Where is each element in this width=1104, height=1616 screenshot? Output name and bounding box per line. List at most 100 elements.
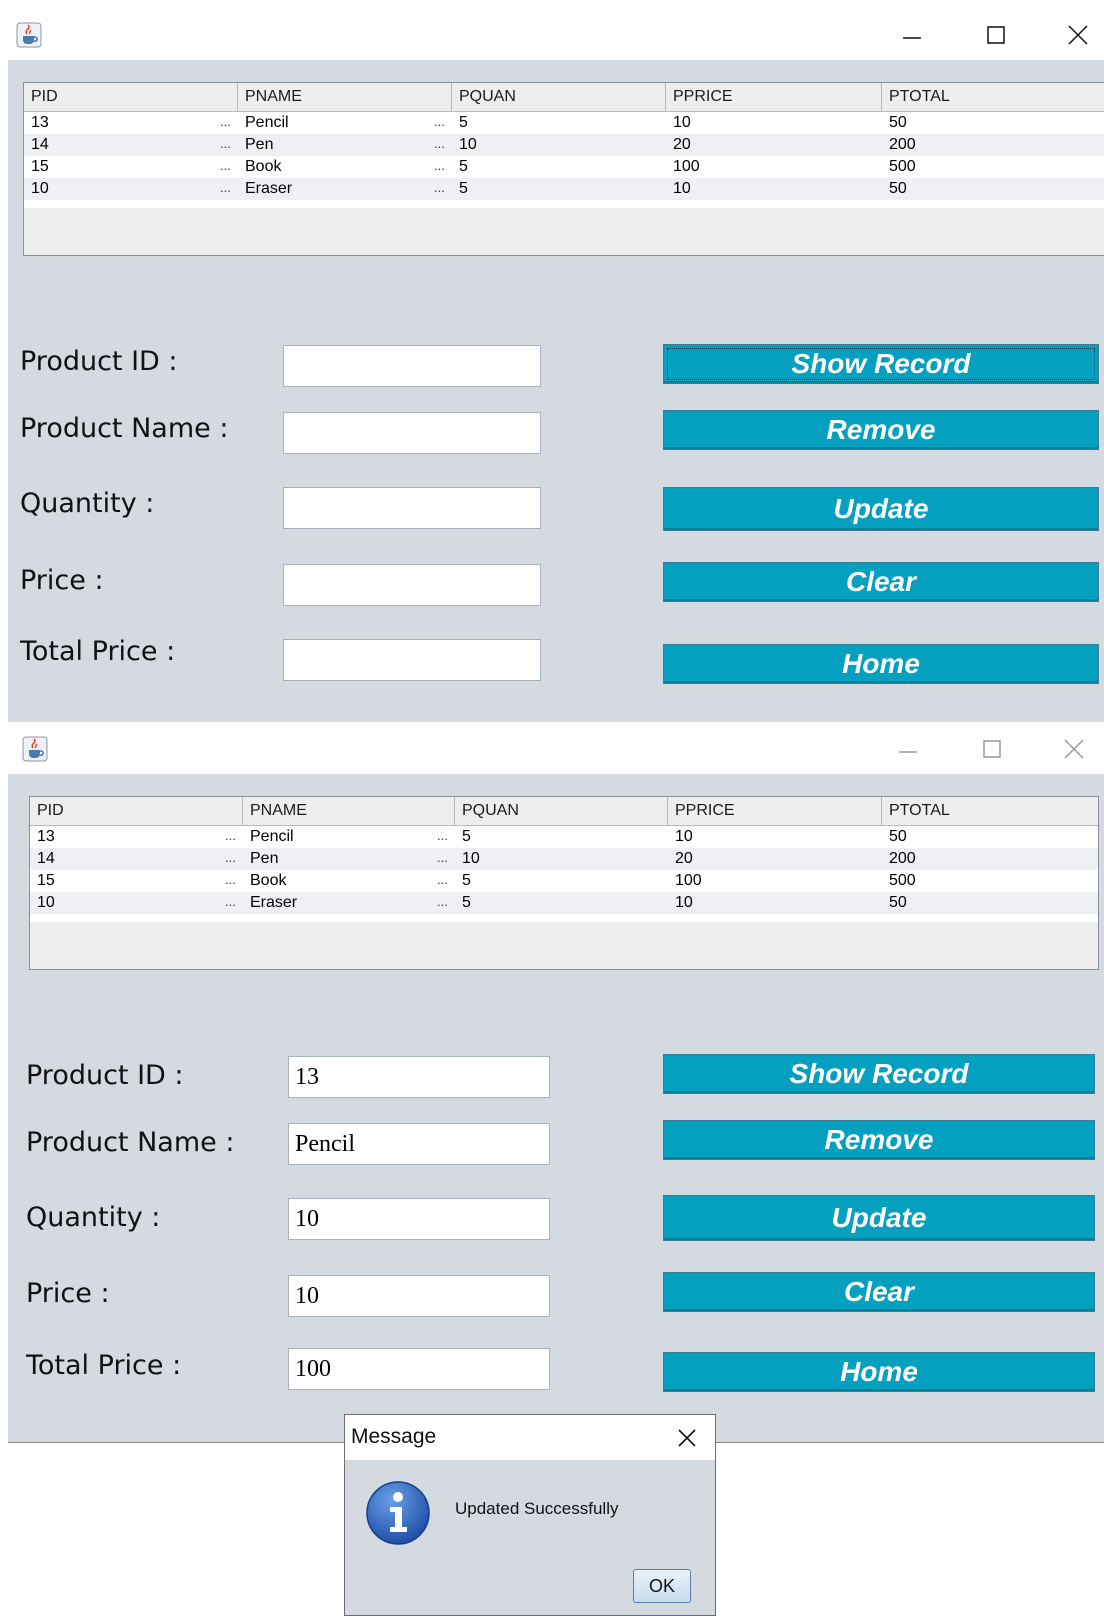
cell-pname: Pencil (245, 114, 289, 131)
cell-ptotal: 50 (889, 180, 907, 197)
cell-ellipsis: ... (437, 850, 448, 865)
quantity-input[interactable]: 10 (288, 1198, 550, 1240)
table-row[interactable]: 10 ... Eraser ... 5 10 50 (24, 178, 1104, 200)
cell-pid: 14 (31, 136, 49, 153)
price-input[interactable] (283, 564, 541, 606)
cell-pprice: 10 (675, 828, 693, 845)
column-header-pid[interactable]: PID (30, 797, 243, 825)
product-id-input[interactable]: 13 (288, 1056, 550, 1098)
cell-ellipsis: ... (434, 180, 445, 195)
table-empty-area (30, 922, 1098, 969)
total-price-input[interactable] (283, 639, 541, 681)
products-table[interactable]: PID PNAME PQUAN PPRICE PTOTAL 13 ... Pen… (29, 796, 1099, 970)
clear-button[interactable]: Clear (663, 1272, 1095, 1312)
column-header-pprice[interactable]: PPRICE (666, 83, 882, 111)
minimize-icon[interactable] (894, 18, 930, 52)
table-row[interactable]: 14 ... Pen ... 10 20 200 (24, 134, 1104, 156)
cell-pprice: 10 (673, 180, 691, 197)
ok-button[interactable]: OK (633, 1569, 691, 1603)
cell-pid: 14 (37, 850, 55, 867)
dialog-title-bar[interactable]: Message (345, 1415, 715, 1460)
cell-pquan: 5 (462, 894, 471, 911)
cell-pid: 13 (31, 114, 49, 131)
column-header-pprice[interactable]: PPRICE (668, 797, 882, 825)
message-dialog: Message Updated Successfully OK (344, 1414, 716, 1616)
remove-button[interactable]: Remove (663, 410, 1099, 450)
table-row[interactable]: 13 ... Pencil ... 5 10 50 (24, 112, 1104, 134)
cell-pid: 10 (31, 180, 49, 197)
table-row[interactable]: 10 ... Eraser ... 5 10 50 (30, 892, 1098, 914)
products-table[interactable]: PID PNAME PQUAN PPRICE PTOTAL 13 ... Pen… (23, 82, 1104, 256)
cell-pprice: 100 (675, 872, 702, 889)
cell-pquan: 5 (462, 828, 471, 845)
cell-ptotal: 500 (889, 158, 916, 175)
table-header: PID PNAME PQUAN PPRICE PTOTAL (30, 797, 1098, 826)
cell-pname: Book (245, 158, 282, 175)
clear-button[interactable]: Clear (663, 562, 1099, 602)
close-icon[interactable] (1056, 732, 1092, 766)
column-header-pid[interactable]: PID (24, 83, 238, 111)
remove-button[interactable]: Remove (663, 1120, 1095, 1160)
table-row[interactable]: 13 ... Pencil ... 5 10 50 (30, 826, 1098, 848)
column-header-ptotal[interactable]: PTOTAL (882, 797, 1098, 825)
cell-ellipsis: ... (225, 850, 236, 865)
info-icon (366, 1481, 430, 1545)
product-id-input[interactable] (283, 345, 541, 387)
product-window-2: PID PNAME PQUAN PPRICE PTOTAL 13 ... Pen… (8, 722, 1104, 1443)
total-price-input[interactable]: 100 (288, 1348, 550, 1390)
title-bar[interactable] (8, 722, 1104, 774)
cell-pname: Pen (250, 850, 279, 867)
home-button[interactable]: Home (663, 644, 1099, 684)
update-button[interactable]: Update (663, 1195, 1095, 1241)
product-name-input[interactable]: Pencil (288, 1123, 550, 1165)
table-row[interactable]: 15 ... Book ... 5 100 500 (24, 156, 1104, 178)
cell-ptotal: 50 (889, 114, 907, 131)
column-header-pquan[interactable]: PQUAN (455, 797, 668, 825)
cell-pname: Eraser (250, 894, 298, 911)
table-row[interactable]: 15 ... Book ... 5 100 500 (30, 870, 1098, 892)
product-name-label: Product Name : (26, 1127, 235, 1158)
product-name-input[interactable] (283, 412, 541, 454)
close-icon[interactable] (1060, 18, 1096, 52)
cell-ellipsis: ... (225, 894, 236, 909)
price-input[interactable]: 10 (288, 1275, 550, 1317)
quantity-input[interactable] (283, 487, 541, 529)
maximize-icon[interactable] (974, 732, 1010, 766)
show-record-button[interactable]: Show Record (663, 344, 1099, 384)
total-price-label: Total Price : (26, 1350, 182, 1381)
table-row[interactable]: 14 ... Pen ... 10 20 200 (30, 848, 1098, 870)
cell-pid: 15 (31, 158, 49, 175)
column-header-pname[interactable]: PNAME (243, 797, 455, 825)
total-price-label: Total Price : (20, 636, 176, 667)
java-cup-icon (22, 736, 48, 762)
table-empty-area (24, 208, 1104, 255)
quantity-label: Quantity : (20, 488, 155, 519)
cell-ellipsis: ... (220, 136, 231, 151)
cell-ellipsis: ... (225, 872, 236, 887)
quantity-label: Quantity : (26, 1202, 161, 1233)
cell-ellipsis: ... (437, 828, 448, 843)
column-header-ptotal[interactable]: PTOTAL (882, 83, 1104, 111)
show-record-button[interactable]: Show Record (663, 1054, 1095, 1094)
update-button[interactable]: Update (663, 487, 1099, 531)
dialog-title: Message (351, 1425, 437, 1448)
cell-pprice: 20 (675, 850, 693, 867)
cell-pquan: 5 (459, 180, 468, 197)
title-bar[interactable] (8, 8, 1104, 60)
cell-pprice: 20 (673, 136, 691, 153)
cell-pquan: 10 (459, 136, 477, 153)
cell-pquan: 5 (459, 114, 468, 131)
java-cup-icon (16, 22, 42, 48)
maximize-icon[interactable] (978, 18, 1014, 52)
price-label: Price : (20, 565, 104, 596)
column-header-pname[interactable]: PNAME (238, 83, 452, 111)
column-header-pquan[interactable]: PQUAN (452, 83, 666, 111)
cell-ptotal: 500 (889, 872, 916, 889)
home-button[interactable]: Home (663, 1352, 1095, 1392)
close-icon[interactable] (673, 1425, 701, 1451)
cell-pquan: 5 (462, 872, 471, 889)
minimize-icon[interactable] (890, 732, 926, 766)
cell-ellipsis: ... (434, 158, 445, 173)
cell-pprice: 100 (673, 158, 700, 175)
cell-pprice: 10 (675, 894, 693, 911)
